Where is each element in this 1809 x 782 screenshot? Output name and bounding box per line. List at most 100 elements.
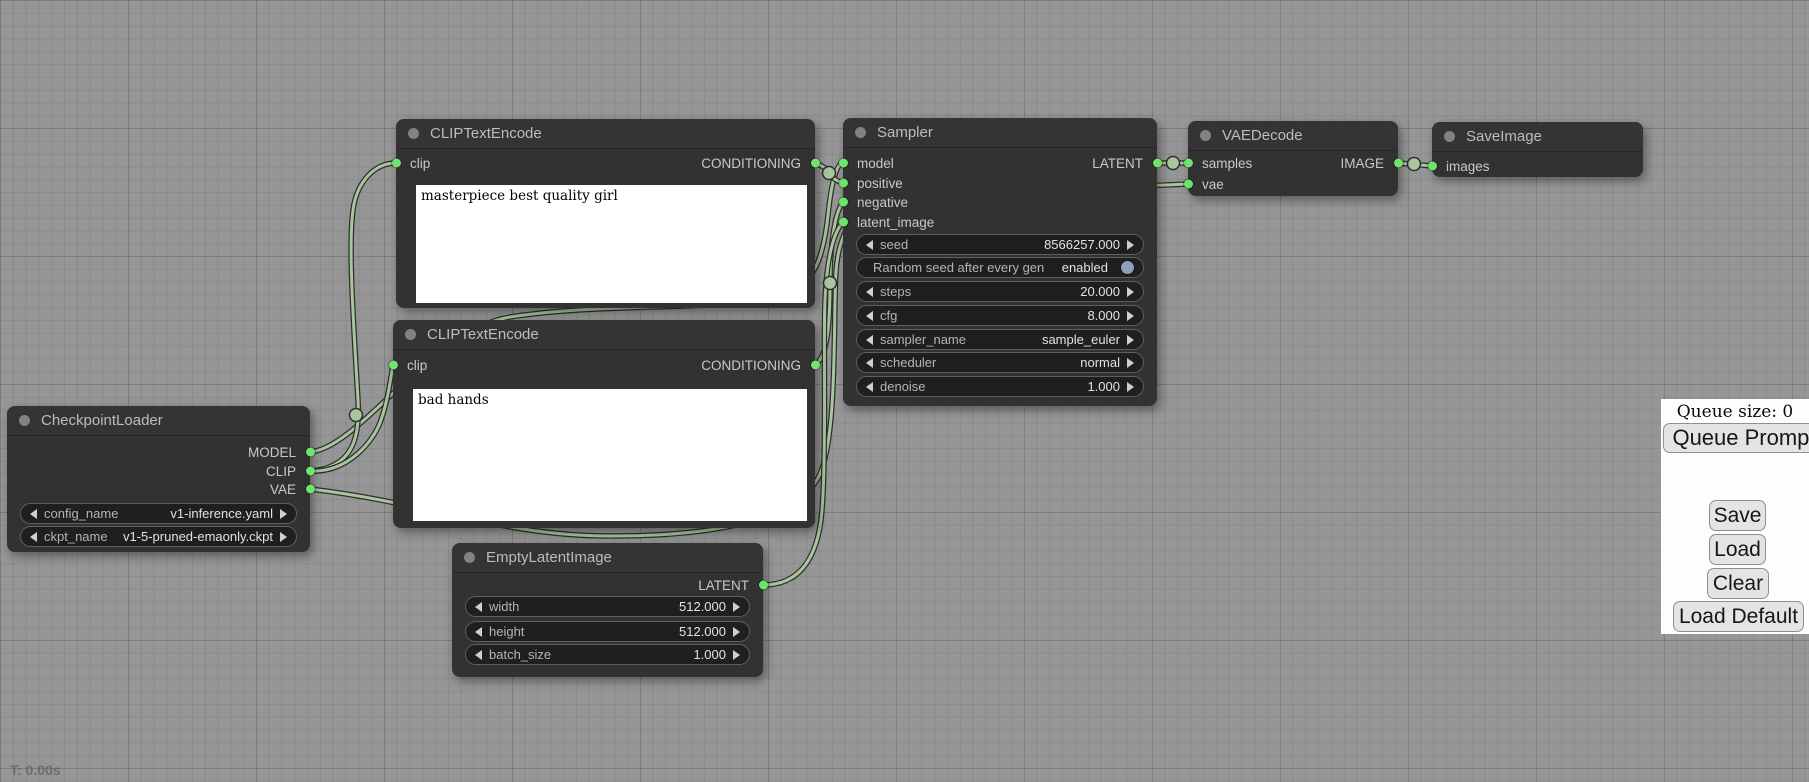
output-port-clip[interactable]: CLIP <box>7 462 310 480</box>
widget-denoise[interactable]: denoise 1.000 <box>856 376 1144 397</box>
queue-prompt-button[interactable]: Queue Prompt <box>1663 423 1809 453</box>
node-titlebar[interactable]: CLIPTextEncode <box>393 320 815 350</box>
output-dot-icon[interactable] <box>1153 159 1162 168</box>
output-port-latent[interactable]: LATENT <box>843 154 1157 172</box>
node-sampler[interactable]: Sampler model LATENT positive negative l… <box>843 118 1157 406</box>
link-wire[interactable] <box>310 163 396 471</box>
input-port-vae[interactable]: vae <box>1188 175 1398 193</box>
output-port-latent[interactable]: LATENT <box>452 576 763 594</box>
node-titlebar[interactable]: VAEDecode <box>1188 121 1398 151</box>
widget-label: steps <box>880 284 911 299</box>
collapse-dot-icon[interactable] <box>1444 131 1455 142</box>
output-port-conditioning[interactable]: CONDITIONING <box>393 356 815 374</box>
node-cliptextencode-positive[interactable]: CLIPTextEncode clip CONDITIONING masterp… <box>396 119 815 308</box>
input-dot-icon[interactable] <box>839 218 848 227</box>
positive-prompt-textarea[interactable]: masterpiece best quality girl <box>416 185 807 303</box>
decrement-arrow-icon[interactable] <box>866 311 873 321</box>
decrement-arrow-icon[interactable] <box>866 287 873 297</box>
node-checkpointloader[interactable]: CheckpointLoader MODEL CLIP VAE config_n… <box>7 406 310 552</box>
node-titlebar[interactable]: CLIPTextEncode <box>396 119 815 149</box>
widget-scheduler[interactable]: scheduler normal <box>856 352 1144 373</box>
decrement-arrow-icon[interactable] <box>866 335 873 345</box>
reroute-dot[interactable] <box>823 167 836 180</box>
input-port-images[interactable]: images <box>1432 157 1643 175</box>
node-titlebar[interactable]: CheckpointLoader <box>7 406 310 436</box>
decrement-arrow-icon[interactable] <box>475 602 482 612</box>
node-titlebar[interactable]: Sampler <box>843 118 1157 148</box>
decrement-arrow-icon[interactable] <box>866 240 873 250</box>
increment-arrow-icon[interactable] <box>1127 335 1134 345</box>
execution-timer: T: 0.00s <box>10 762 61 778</box>
output-dot-icon[interactable] <box>759 581 768 590</box>
decrement-arrow-icon[interactable] <box>475 650 482 660</box>
output-dot-icon[interactable] <box>811 159 820 168</box>
increment-arrow-icon[interactable] <box>280 532 287 542</box>
output-port-conditioning[interactable]: CONDITIONING <box>396 154 815 172</box>
reroute-dot[interactable] <box>824 277 837 290</box>
increment-arrow-icon[interactable] <box>1127 358 1134 368</box>
increment-arrow-icon[interactable] <box>733 627 740 637</box>
collapse-dot-icon[interactable] <box>1200 130 1211 141</box>
collapse-dot-icon[interactable] <box>408 128 419 139</box>
widget-label: seed <box>880 237 908 252</box>
widget-sampler-name[interactable]: sampler_name sample_euler <box>856 329 1144 350</box>
node-titlebar[interactable]: EmptyLatentImage <box>452 543 763 573</box>
load-button[interactable]: Load <box>1709 534 1766 565</box>
node-emptylatentimage[interactable]: EmptyLatentImage LATENT width 512.000 he… <box>452 543 763 677</box>
input-port-negative[interactable]: negative <box>843 193 1157 211</box>
reroute-dot[interactable] <box>350 409 363 422</box>
node-titlebar[interactable]: SaveImage <box>1432 122 1643 152</box>
output-port-image[interactable]: IMAGE <box>1188 154 1398 172</box>
negative-prompt-textarea[interactable]: bad hands <box>413 389 807 521</box>
toggle-dot-icon[interactable] <box>1121 261 1134 274</box>
node-saveimage[interactable]: SaveImage images <box>1432 122 1643 177</box>
output-dot-icon[interactable] <box>811 361 820 370</box>
save-button[interactable]: Save <box>1709 500 1766 531</box>
collapse-dot-icon[interactable] <box>19 415 30 426</box>
input-port-latent-image[interactable]: latent_image <box>843 213 1157 231</box>
input-dot-icon[interactable] <box>839 179 848 188</box>
widget-width[interactable]: width 512.000 <box>465 596 750 617</box>
input-port-positive[interactable]: positive <box>843 174 1157 192</box>
output-port-model[interactable]: MODEL <box>7 443 310 461</box>
port-label: vae <box>1202 177 1224 192</box>
output-dot-icon[interactable] <box>306 485 315 494</box>
widget-seed[interactable]: seed 8566257.000 <box>856 234 1144 255</box>
collapse-dot-icon[interactable] <box>855 127 866 138</box>
increment-arrow-icon[interactable] <box>733 650 740 660</box>
increment-arrow-icon[interactable] <box>1127 240 1134 250</box>
decrement-arrow-icon[interactable] <box>475 627 482 637</box>
output-dot-icon[interactable] <box>1394 159 1403 168</box>
increment-arrow-icon[interactable] <box>1127 382 1134 392</box>
output-port-vae[interactable]: VAE <box>7 480 310 498</box>
reroute-dot[interactable] <box>1167 157 1180 170</box>
node-vaedecode[interactable]: VAEDecode samples IMAGE vae <box>1188 121 1398 196</box>
widget-ckpt-name[interactable]: ckpt_name v1-5-pruned-emaonly.ckpt <box>20 526 297 547</box>
increment-arrow-icon[interactable] <box>1127 311 1134 321</box>
decrement-arrow-icon[interactable] <box>866 382 873 392</box>
load-default-button[interactable]: Load Default <box>1673 601 1804 632</box>
output-dot-icon[interactable] <box>306 448 315 457</box>
input-dot-icon[interactable] <box>1184 180 1193 189</box>
widget-config-name[interactable]: config_name v1-inference.yaml <box>20 503 297 524</box>
collapse-dot-icon[interactable] <box>464 552 475 563</box>
widget-height[interactable]: height 512.000 <box>465 621 750 642</box>
collapse-dot-icon[interactable] <box>405 329 416 340</box>
port-label: CLIP <box>266 464 296 479</box>
input-dot-icon[interactable] <box>1428 162 1437 171</box>
node-cliptextencode-negative[interactable]: CLIPTextEncode clip CONDITIONING bad han… <box>393 320 815 528</box>
output-dot-icon[interactable] <box>306 467 315 476</box>
clear-button[interactable]: Clear <box>1707 568 1769 599</box>
increment-arrow-icon[interactable] <box>1127 287 1134 297</box>
decrement-arrow-icon[interactable] <box>30 509 37 519</box>
reroute-dot[interactable] <box>1408 158 1421 171</box>
decrement-arrow-icon[interactable] <box>866 358 873 368</box>
widget-steps[interactable]: steps 20.000 <box>856 281 1144 302</box>
increment-arrow-icon[interactable] <box>280 509 287 519</box>
widget-cfg[interactable]: cfg 8.000 <box>856 305 1144 326</box>
widget-batch-size[interactable]: batch_size 1.000 <box>465 644 750 665</box>
widget-random-seed-toggle[interactable]: Random seed after every gen enabled <box>856 257 1144 278</box>
increment-arrow-icon[interactable] <box>733 602 740 612</box>
input-dot-icon[interactable] <box>839 198 848 207</box>
decrement-arrow-icon[interactable] <box>30 532 37 542</box>
